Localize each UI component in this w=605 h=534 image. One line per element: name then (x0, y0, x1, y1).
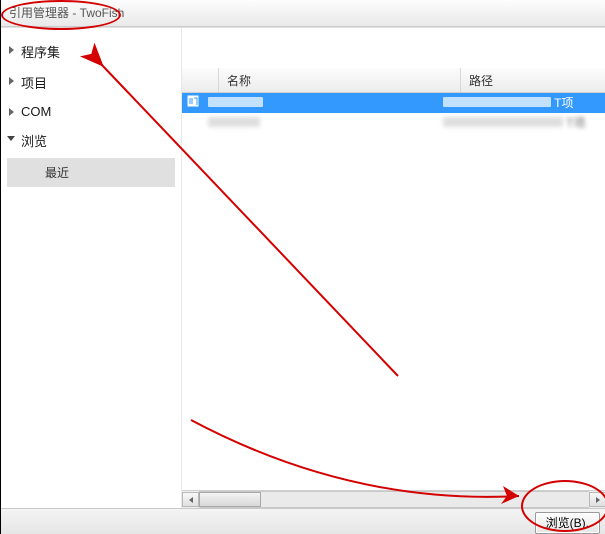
title-bar: 引用管理器 - TwoFish (1, 0, 605, 27)
column-name[interactable]: 名称 (219, 68, 461, 92)
scroll-thumb[interactable] (199, 492, 261, 507)
list-header: 名称 路径 (182, 68, 605, 93)
column-path[interactable]: 路径 (461, 68, 605, 92)
list-row[interactable]: T项 (182, 93, 605, 113)
sidebar-subitem-recent[interactable]: 最近 (7, 158, 175, 187)
horizontal-scrollbar[interactable] (182, 490, 605, 508)
sidebar-item-label: 最近 (45, 166, 69, 180)
row-path-suffix: T项 (566, 116, 585, 130)
sidebar-item-projects[interactable]: 项目 (1, 67, 181, 98)
browse-button[interactable]: 浏览(B). (535, 512, 600, 534)
reference-manager-window: 引用管理器 - TwoFish 程序集 项目 COM 浏览 最近 (0, 0, 605, 534)
sidebar-item-label: 浏览 (21, 134, 47, 149)
sidebar-item-browse[interactable]: 浏览 (1, 125, 181, 156)
row-path-suffix: T项 (554, 96, 573, 110)
column-check[interactable] (182, 68, 219, 92)
list-row[interactable]: T项 (182, 113, 605, 133)
row-check[interactable] (182, 113, 204, 133)
column-path-label: 路径 (469, 74, 493, 88)
sidebar-item-com[interactable]: COM (1, 98, 181, 125)
scroll-left-button[interactable] (182, 492, 199, 507)
row-check-icon[interactable] (182, 93, 204, 113)
row-name (204, 93, 439, 113)
category-sidebar: 程序集 项目 COM 浏览 最近 (1, 28, 181, 508)
scroll-track[interactable] (199, 491, 589, 508)
row-path: T项 (439, 113, 605, 133)
sidebar-item-label: 项目 (21, 76, 47, 91)
dialog-footer: 浏览(B). (1, 508, 605, 534)
row-path: T项 (439, 93, 605, 113)
sidebar-item-assemblies[interactable]: 程序集 (1, 36, 181, 67)
window-title: 引用管理器 - TwoFish (9, 6, 124, 20)
browse-button-label: 浏览(B). (546, 516, 589, 530)
sidebar-item-label: COM (21, 104, 51, 119)
list-body: T项 T项 (182, 93, 605, 490)
scroll-right-button[interactable] (589, 492, 605, 507)
chevron-left-icon (189, 497, 193, 503)
sidebar-item-label: 程序集 (21, 45, 60, 60)
row-name (204, 113, 439, 133)
reference-list-pane: 名称 路径 T项 (181, 28, 605, 508)
chevron-right-icon (596, 497, 600, 503)
column-name-label: 名称 (227, 74, 251, 88)
content-area: 程序集 项目 COM 浏览 最近 名称 (1, 27, 605, 508)
